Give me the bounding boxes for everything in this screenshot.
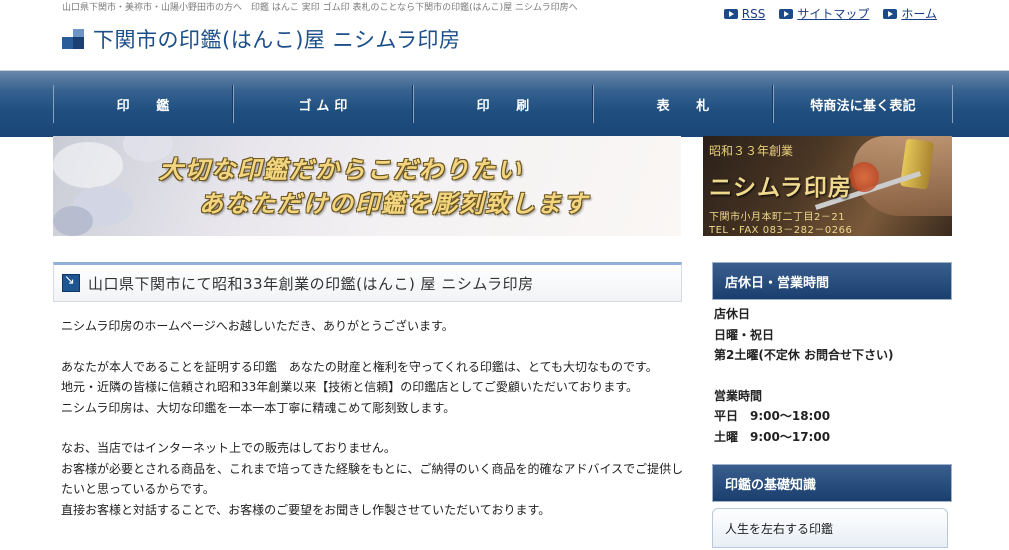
hours-line: 営業時間 <box>714 388 763 403</box>
hero-banner: 大切な印鑑だからこだわりたい あなただけの印鑑を彫刻致します <box>53 136 681 236</box>
shop-tel: TEL・FAX 083－282－0266 <box>709 225 853 236</box>
rss-link-label: RSS <box>741 6 766 21</box>
knowledge-heading: 印鑑の基礎知識 <box>712 464 952 502</box>
logo-icon <box>62 29 84 49</box>
banner-headline-1: 大切な印鑑だからこだわりたい <box>159 156 523 184</box>
sidebar: 店休日・営業時間 店休日 日曜・祝日 第2土曜(不定休 お問合せ下さい) 営業時… <box>712 262 952 548</box>
arrow-icon <box>62 273 80 292</box>
paragraph: ニシムラ印房は、大切な印鑑を一本一本丁寧に精魂こめて彫刻致します。 <box>61 400 456 415</box>
paragraph: お客様が必要とされる商品を、これまで培ってきた経験をもとに、ご納得のいく商品を的… <box>61 461 684 476</box>
main-content: 山口県下関市にて昭和33年創業の印鑑(はんこ) 屋 ニシムラ印房 ニシムラ印房の… <box>53 262 684 520</box>
shop-since: 昭和３３年創業 <box>709 144 794 158</box>
site-title[interactable]: 下関市の印鑑(はんこ)屋 ニシムラ印房 <box>93 24 461 54</box>
hours-line: 第2土曜(不定休 お問合せ下さい) <box>714 348 894 362</box>
arrow-icon <box>779 8 794 19</box>
hours-info: 店休日 日曜・祝日 第2土曜(不定休 お問合せ下さい) 営業時間 平日 9:00… <box>712 300 952 451</box>
intro-text: ニシムラ印房のホームページへお越しいただき、ありがとうございます。 あなたが本人… <box>53 302 684 520</box>
sitemap-link[interactable]: サイトマップ <box>779 5 869 22</box>
hours-line: 平日 9:00～18:00 <box>714 409 831 423</box>
home-link-label: ホーム <box>901 7 937 21</box>
knowledge-box: 印鑑の基礎知識 人生を左右する印鑑 <box>712 464 952 548</box>
arrow-icon <box>723 8 738 19</box>
sitemap-link-label: サイトマップ <box>797 7 870 21</box>
shop-name: ニシムラ印房 <box>709 175 852 201</box>
top-links: RSS サイトマップ ホーム <box>723 5 937 22</box>
nav-item-rubber-stamp[interactable]: ゴ ム 印 <box>233 85 413 123</box>
shop-banner: 昭和３３年創業 ニシムラ印房 下関市小月本町二丁目2－21 TEL・FAX 08… <box>703 136 952 236</box>
rss-link[interactable]: RSS <box>723 5 766 22</box>
hours-line: 店休日 <box>714 307 751 321</box>
nav-item-printing[interactable]: 印 刷 <box>413 85 593 123</box>
paragraph: 地元・近隣の皆様に信頼され昭和33年創業以来【技術と信頼】の印鑑店としてご愛顧い… <box>61 380 638 394</box>
paragraph: あなたが本人であることを証明する印鑑 あなたの財産と権利を守ってくれる印鑑は、と… <box>61 359 658 374</box>
nav-item-nameplate[interactable]: 表 札 <box>593 85 773 123</box>
nav-item-inkan[interactable]: 印 鑑 <box>53 85 233 123</box>
paragraph: 直接お客様と対話することで、お客様のご要望をお聞きし作製させていただいております… <box>61 502 551 517</box>
knowledge-item[interactable]: 人生を左右する印鑑 <box>712 508 948 548</box>
paragraph: たいと思っているからです。 <box>61 482 215 496</box>
paragraph: ニシムラ印房のホームページへお越しいただき、ありがとうございます。 <box>61 319 454 333</box>
home-link[interactable]: ホーム <box>883 5 937 22</box>
section-heading: 山口県下関市にて昭和33年創業の印鑑(はんこ) 屋 ニシムラ印房 <box>53 262 682 302</box>
hours-heading: 店休日・営業時間 <box>712 262 952 300</box>
hours-line: 土曜 9:00～17:00 <box>714 429 831 444</box>
header: 山口県下関市・美祢市・山陽小野田市の方へ 印鑑 はんこ 実印 ゴム印 表札のこと… <box>0 0 1009 70</box>
paragraph: なお、当店ではインターネット上での販売はしておりません。 <box>61 441 396 455</box>
arrow-icon <box>883 8 898 19</box>
hours-line: 日曜・祝日 <box>714 327 775 342</box>
header-tagline: 山口県下関市・美祢市・山陽小野田市の方へ 印鑑 はんこ 実印 ゴム印 表札のこと… <box>62 3 578 13</box>
banner-headline-2: あなただけの印鑑を彫刻致します <box>199 190 589 218</box>
nav-item-legal-notice[interactable]: 特商法に基く表記 <box>773 85 953 123</box>
section-title: 山口県下関市にて昭和33年創業の印鑑(はんこ) 屋 ニシムラ印房 <box>88 274 534 293</box>
main-nav: 印 鑑 ゴ ム 印 印 刷 表 札 特商法に基く表記 <box>0 70 1009 137</box>
